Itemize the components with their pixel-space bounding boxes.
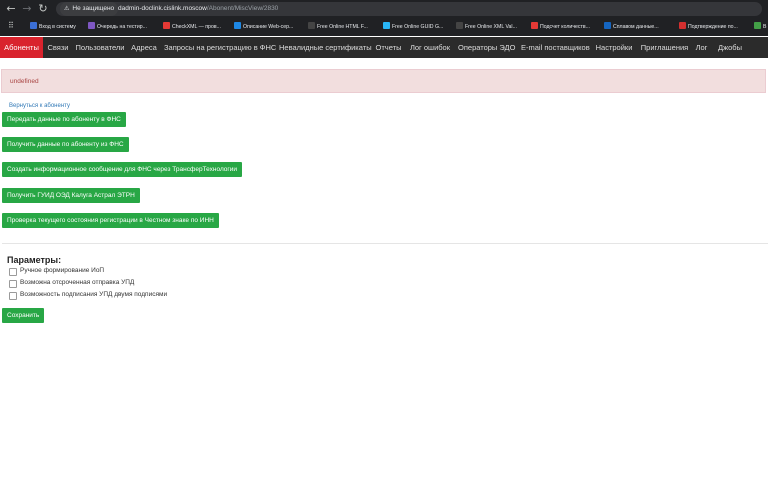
bookmarks-bar: ⠿ Вход в систему Очередь на тестир... Chec…: [0, 19, 768, 35]
bookmark-favicon-icon: [531, 22, 538, 29]
bookmark-favicon-icon: [308, 22, 315, 29]
two-signatures-checkbox[interactable]: [9, 292, 17, 300]
bookmark-label: Free Online HTML F...: [317, 24, 368, 30]
bookmark-label: Сплавом данные...: [613, 24, 659, 30]
bookmark-item[interactable]: В: [754, 22, 766, 32]
bookmark-label: Вход в систему: [39, 24, 76, 30]
manual-iop-checkbox[interactable]: [9, 268, 17, 276]
nav-item[interactable]: Невалидные сертификаты: [279, 37, 372, 58]
divider: [2, 243, 768, 244]
deferred-upd-checkbox[interactable]: [9, 280, 17, 288]
bookmark-item[interactable]: Вход в систему: [30, 22, 76, 32]
forward-arrow-icon[interactable]: →: [20, 2, 34, 16]
check-registration-button[interactable]: Проверка текущего состояния регистрации …: [2, 213, 219, 228]
error-alert: undefined: [1, 69, 766, 93]
bookmark-item[interactable]: Описание Web-сер...: [234, 22, 293, 32]
bookmark-favicon-icon: [88, 22, 95, 29]
manual-iop-label: Ручное формирование ИоП: [20, 267, 105, 274]
create-info-message-button[interactable]: Создать информационное сообщение для ФНС…: [2, 162, 243, 177]
bookmark-favicon-icon: [456, 22, 463, 29]
bookmark-favicon-icon: [679, 22, 686, 29]
bookmark-label: Описание Web-сер...: [243, 24, 294, 30]
nav-item[interactable]: Связи: [46, 37, 70, 58]
bookmark-item[interactable]: Free Online HTML F...: [308, 22, 368, 32]
address-bar[interactable]: ⚠ Не защищено dadmin-doclink.cislink.mosc…: [56, 2, 762, 16]
reload-icon[interactable]: ↻: [36, 2, 50, 16]
bookmark-item[interactable]: Подтверждение по...: [679, 22, 738, 32]
address-bar-row: ← → ↻ ⚠ Не защищено dadmin-doclink.cislin…: [0, 0, 768, 18]
bookmark-label: Free Online GUID G...: [392, 24, 444, 30]
bookmark-item[interactable]: Free Online XML Val...: [456, 22, 517, 32]
params-title: Параметры:: [7, 255, 62, 265]
bookmark-label: Очередь на тестир...: [97, 24, 147, 30]
nav-item[interactable]: Лог ошибок: [409, 37, 451, 58]
bookmark-favicon-icon: [754, 22, 761, 29]
url-text[interactable]: dadmin-doclink.cislink.moscow/Abonent/Mi…: [118, 2, 278, 16]
bookmark-label: В: [763, 24, 767, 30]
nav-item[interactable]: Лог: [695, 37, 708, 58]
save-button[interactable]: Сохранить: [2, 308, 45, 323]
get-guid-button[interactable]: Получить ГУИД ОЭД Калуга Астрал ЭТРН: [2, 188, 140, 203]
two-signatures-label: Возможность подписания УПД двумя подпися…: [20, 291, 168, 298]
apps-grid-icon[interactable]: ⠿: [8, 21, 14, 31]
nav-item[interactable]: Адреса: [131, 37, 157, 58]
bookmark-item[interactable]: Сплавом данные...: [604, 22, 659, 32]
bookmark-favicon-icon: [604, 22, 611, 29]
bookmark-label: Подтверждение по...: [688, 24, 738, 30]
bookmark-item[interactable]: CheckXML — пров...: [163, 22, 221, 32]
back-to-subscriber-link[interactable]: Вернуться к абоненту: [9, 103, 70, 109]
nav-item[interactable]: Запросы на регистрацию в ФНС: [164, 37, 276, 58]
bookmark-label: CheckXML — пров...: [172, 24, 221, 30]
nav-item[interactable]: Абоненты: [0, 37, 43, 58]
nav-item[interactable]: Настройки: [595, 37, 633, 58]
bookmark-item[interactable]: Очередь на тестир...: [88, 22, 147, 32]
alert-text: undefined: [10, 78, 39, 85]
bookmark-favicon-icon: [234, 22, 241, 29]
browser-chrome: ← → ↻ ⚠ Не защищено dadmin-doclink.cislin…: [0, 0, 768, 36]
bookmark-label: Подсчет количеств...: [540, 24, 590, 30]
security-chip[interactable]: ⚠ Не защищено: [60, 2, 119, 16]
get-from-fns-button[interactable]: Получить данные по абоненту из ФНС: [2, 137, 129, 152]
nav-item[interactable]: Джобы: [717, 37, 743, 58]
bookmark-label: Free Online XML Val...: [465, 24, 517, 30]
nav-item[interactable]: Пользователи: [75, 37, 125, 58]
nav-item[interactable]: Операторы ЭДО: [458, 37, 515, 58]
deferred-upd-label: Возможна отсроченная отправка УПД: [20, 279, 135, 286]
send-to-fns-button[interactable]: Передать данные по абоненту в ФНС: [2, 112, 126, 127]
nav-item[interactable]: Отчеты: [375, 37, 402, 58]
warning-icon: ⚠: [64, 5, 70, 12]
bookmark-favicon-icon: [30, 22, 37, 29]
nav-item[interactable]: E-mail поставщиков: [521, 37, 590, 58]
main-nav: Абоненты Связи Пользователи Адреса Запросы н…: [0, 37, 768, 58]
bookmark-item[interactable]: Подсчет количеств...: [531, 22, 590, 32]
bookmark-favicon-icon: [383, 22, 390, 29]
nav-item[interactable]: Приглашения: [640, 37, 689, 58]
bookmark-favicon-icon: [163, 22, 170, 29]
bookmark-item[interactable]: Free Online GUID G...: [383, 22, 443, 32]
back-arrow-icon[interactable]: ←: [4, 2, 18, 16]
